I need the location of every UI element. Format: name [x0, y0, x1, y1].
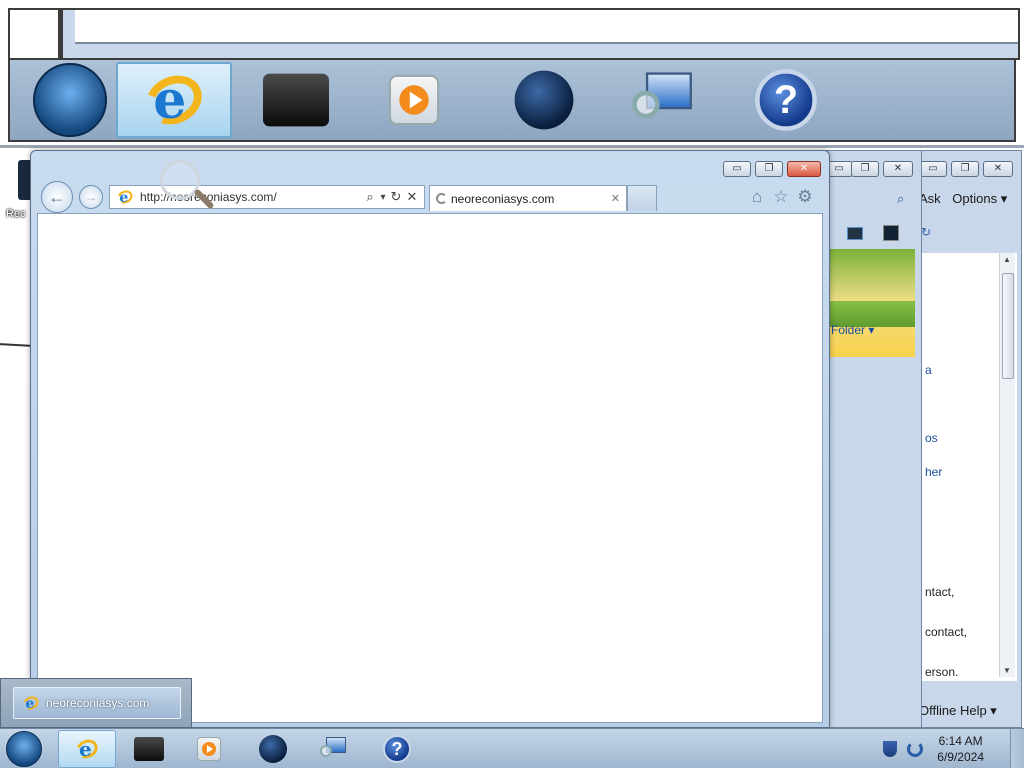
- tab-title: neoreconiasys.com: [451, 191, 555, 206]
- magnifier-icon: [320, 737, 346, 761]
- magnified-media-button: [356, 62, 472, 138]
- help-icon: ?: [383, 735, 411, 763]
- close-button[interactable]: ✕: [983, 161, 1013, 177]
- magnified-taskbar: e ?: [8, 60, 1016, 142]
- taskbar-item-media-player[interactable]: [180, 730, 238, 768]
- page-viewport[interactable]: [37, 213, 823, 723]
- tab-neoreconiasys[interactable]: neoreconiasys.com ✕: [429, 185, 627, 211]
- back-window-help[interactable]: ▭ ❐ ✕ Ask Options ▾ ↻ a os her ntact, co…: [914, 150, 1022, 728]
- taskbar-item-magnifier[interactable]: [304, 730, 362, 768]
- system-tray: 6:14 AM 6/9/2024: [883, 729, 1024, 768]
- help-text: contact,: [925, 625, 968, 639]
- desktop: [0, 150, 32, 730]
- magnified-start-button: [12, 62, 128, 138]
- magnifier-view: e ?: [0, 0, 1024, 148]
- taskbar: e ? 6:14 AM 6/9/2024: [0, 728, 1024, 768]
- maximize-button[interactable]: ❐: [951, 161, 979, 177]
- magnified-printer-button: [238, 62, 354, 138]
- printer-icon: [134, 737, 164, 761]
- internet-explorer-icon: e: [115, 188, 135, 206]
- magnified-help-button: ?: [728, 62, 844, 138]
- help-link[interactable]: her: [925, 465, 942, 479]
- clock-time: 6:14 AM: [938, 734, 983, 748]
- help-toolbar: Ask Options ▾: [919, 191, 1015, 207]
- maximize-button[interactable]: ❐: [755, 161, 783, 177]
- magnified-window-corner: [8, 8, 60, 60]
- minimize-button[interactable]: ▭: [919, 161, 947, 177]
- maximize-button[interactable]: ❐: [851, 161, 879, 177]
- offline-help-button[interactable]: Offline Help ▾: [919, 703, 997, 719]
- back-window-explorer[interactable]: ▭ ❐ ✕ ⌕ Folder ▾: [825, 150, 922, 728]
- help-icon: ?: [755, 69, 817, 131]
- close-button[interactable]: ✕: [883, 161, 913, 177]
- magnified-ie-button: e: [116, 62, 232, 138]
- options-button[interactable]: Options ▾: [952, 191, 1007, 206]
- loading-icon: [436, 193, 447, 204]
- new-tab-button[interactable]: [627, 185, 657, 211]
- banner-graphic: [829, 249, 915, 357]
- folder-button[interactable]: Folder ▾: [831, 323, 874, 337]
- ie-page-icon: e: [114, 186, 136, 208]
- search-icon[interactable]: ⌕: [897, 191, 904, 207]
- internet-explorer-window[interactable]: ▭ ❐ ✕ ← → e ⌕ ▾ ↻ ✕ neoreconiasys.com ✕ …: [30, 150, 830, 728]
- media-player-icon: [197, 737, 221, 761]
- network-icon[interactable]: [907, 741, 924, 757]
- start-button[interactable]: [6, 731, 42, 767]
- globe-icon: [514, 70, 574, 130]
- show-desktop-button[interactable]: [1010, 729, 1024, 768]
- internet-explorer-icon: e: [21, 694, 41, 712]
- help-link[interactable]: os: [925, 431, 938, 445]
- favorites-icon[interactable]: ☆: [771, 187, 791, 207]
- magnified-globe-button: [486, 62, 602, 138]
- scroll-up-icon[interactable]: ▲: [1003, 255, 1011, 264]
- help-text: ntact,: [925, 585, 955, 599]
- ask-button[interactable]: Ask: [919, 191, 941, 206]
- help-link[interactable]: a: [925, 363, 932, 377]
- clock[interactable]: 6:14 AM 6/9/2024: [937, 733, 984, 765]
- scroll-down-icon[interactable]: ▼: [1003, 666, 1011, 675]
- vertical-scrollbar[interactable]: ▲ ▼: [999, 253, 1015, 677]
- taskbar-item-help[interactable]: ?: [368, 730, 426, 768]
- tab-close-icon[interactable]: ✕: [611, 192, 620, 205]
- refresh-icon[interactable]: ↻: [388, 187, 404, 207]
- magnified-window-content: [75, 10, 1018, 44]
- clock-date: 6/9/2024: [937, 750, 984, 764]
- close-button[interactable]: ✕: [787, 161, 821, 177]
- windows-logo-icon: [33, 63, 107, 137]
- help-text: erson.: [925, 665, 959, 679]
- address-bar[interactable]: e ⌕ ▾ ↻ ✕: [109, 185, 425, 209]
- internet-explorer-icon: e: [73, 736, 101, 762]
- preview-pane-icon[interactable]: [883, 225, 899, 241]
- taskbar-preview-popup: e neoreconiasys.com: [0, 678, 192, 728]
- magnifier-icon: [632, 72, 692, 127]
- search-icon[interactable]: ⌕: [362, 187, 378, 207]
- taskbar-item-globe[interactable]: [244, 730, 302, 768]
- action-center-flag-icon[interactable]: [883, 741, 898, 757]
- stop-icon[interactable]: ✕: [404, 187, 420, 207]
- taskbar-item-internet-explorer[interactable]: e: [58, 730, 116, 768]
- tools-gear-icon[interactable]: ⚙: [795, 187, 815, 207]
- address-dropdown-icon[interactable]: ▾: [378, 187, 388, 207]
- desktop-icon-label: Rec: [6, 208, 26, 220]
- magnified-magnifier-button: [604, 62, 720, 138]
- home-icon[interactable]: ⌂: [747, 187, 767, 207]
- preview-title: neoreconiasys.com: [46, 696, 150, 710]
- magnified-window-frame: [60, 8, 1020, 60]
- view-icon[interactable]: [847, 227, 863, 240]
- minimize-button[interactable]: ▭: [723, 161, 751, 177]
- media-player-icon: [388, 74, 440, 126]
- printer-icon: [263, 73, 329, 127]
- internet-explorer-icon: e: [138, 66, 210, 134]
- refresh-icon[interactable]: ↻: [921, 225, 931, 239]
- scrollbar-thumb[interactable]: [1002, 273, 1014, 379]
- forward-button[interactable]: →: [79, 185, 103, 209]
- back-button[interactable]: ←: [41, 181, 73, 213]
- taskbar-item-printer[interactable]: [120, 730, 178, 768]
- preview-item[interactable]: e neoreconiasys.com: [13, 687, 181, 719]
- globe-icon: [259, 735, 287, 763]
